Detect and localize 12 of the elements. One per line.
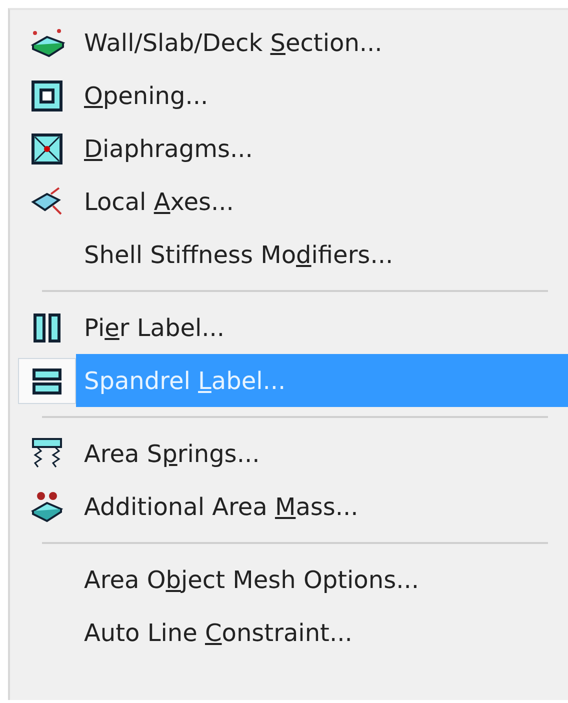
menu-item[interactable]: Auto Line Constraint...: [76, 606, 568, 659]
menu-item[interactable]: Area Springs...: [76, 427, 568, 480]
menu-item[interactable]: Area Object Mesh Options...: [76, 553, 568, 606]
opening-icon: [29, 78, 65, 114]
menu-item[interactable]: Shell Stiffness Modifiers...: [76, 228, 568, 281]
menu-item[interactable]: Wall/Slab/Deck Section...: [76, 16, 568, 69]
menu-item[interactable]: Local Axes...: [76, 175, 568, 228]
menu-item[interactable]: Additional Area Mass...: [76, 480, 568, 533]
menu-item[interactable]: Pier Label...: [76, 301, 568, 354]
menu-item[interactable]: Opening...: [76, 69, 568, 122]
menu-item[interactable]: Diaphragms...: [76, 122, 568, 175]
diaphragm-icon: [29, 130, 65, 166]
